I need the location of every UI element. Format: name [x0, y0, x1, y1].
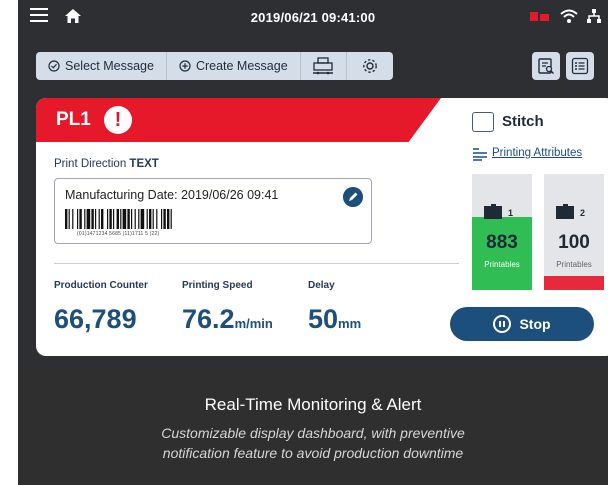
cartridge-1-count: 883	[486, 232, 518, 253]
alert-icon[interactable]: !	[104, 106, 132, 134]
cartridge-2-index: 2	[580, 208, 586, 218]
check-circle-icon	[48, 60, 60, 72]
device-frame: 2019/06/21 09:41:00 Select Message Creat…	[18, 0, 608, 485]
delay-label: Delay	[308, 280, 335, 291]
print-direction-label: Print Direction	[54, 158, 127, 170]
printing-speed-label: Printing Speed	[182, 280, 253, 291]
production-line-card: PL1 ! Print Direction TEXT Manufacturing…	[36, 98, 608, 356]
list-icon	[571, 57, 589, 75]
printing-speed-unit: m/min	[234, 316, 273, 331]
settings-button[interactable]	[346, 52, 393, 80]
network-icon	[587, 9, 601, 23]
stitch-label: Stitch	[502, 113, 544, 130]
list-view-button[interactable]	[566, 52, 594, 80]
edit-pencil-icon[interactable]	[343, 187, 363, 207]
message-preview[interactable]: Manufacturing Date: 2019/06/26 09:41 (01…	[54, 178, 372, 244]
status-datetime: 2019/06/21 09:41:00	[250, 10, 376, 25]
printing-speed-value: 76.2	[182, 304, 235, 334]
delay-unit: mm	[338, 316, 362, 331]
caption-subtitle-line-2: notification feature to avoid production…	[162, 445, 464, 461]
ink-status-icon	[530, 12, 549, 21]
log-viewer-button[interactable]	[532, 52, 560, 80]
printing-attributes-icon	[473, 148, 487, 161]
printer-button[interactable]	[300, 52, 347, 80]
printer-icon	[313, 57, 334, 75]
print-direction-value: TEXT	[129, 158, 159, 170]
cartridge-2[interactable]: 2 100 Printables	[544, 174, 604, 290]
main-toolbar: Select Message Create Message	[36, 52, 393, 80]
wifi-icon	[560, 9, 578, 23]
barcode-graphic	[65, 209, 172, 229]
caption-subtitle-line-1: Customizable display dashboard, with pre…	[161, 425, 465, 441]
alert-banner: PL1 !	[36, 98, 441, 142]
printing-speed: 76.2m/min	[182, 304, 273, 335]
cartridge-2-sub-label: Printables	[556, 260, 592, 269]
create-message-label: Create Message	[195, 59, 288, 73]
plus-circle-icon	[179, 60, 191, 72]
stitch-icon	[472, 112, 494, 132]
gear-icon	[362, 59, 377, 73]
print-direction: Print Direction TEXT	[54, 158, 159, 170]
printing-attributes-link[interactable]: Printing Attributes	[492, 147, 582, 159]
pause-icon	[493, 315, 512, 333]
divider	[54, 263, 459, 264]
cartridge-1-sub-label: Printables	[484, 260, 520, 269]
status-bar: 2019/06/21 09:41:00	[18, 0, 608, 36]
message-text: Manufacturing Date: 2019/06/26 09:41	[65, 188, 279, 202]
document-search-icon	[538, 58, 554, 74]
printer-screen: 2019/06/21 09:41:00 Select Message Creat…	[18, 0, 608, 370]
caption-subtitle: Customizable display dashboard, with pre…	[18, 423, 608, 463]
caption-title: Real-Time Monitoring & Alert	[204, 395, 422, 414]
select-message-label: Select Message	[65, 59, 154, 73]
select-message-button[interactable]: Select Message	[36, 52, 167, 80]
stop-button-label: Stop	[519, 316, 551, 332]
barcode-number: (01)1471234 5685 (11)1711 5 (22)	[77, 231, 160, 237]
production-counter-label: Production Counter	[54, 280, 148, 291]
delay-value: 50	[308, 304, 339, 334]
cartridge-1-index: 1	[508, 208, 514, 218]
cartridge-2-count: 100	[558, 232, 590, 253]
line-name: PL1	[56, 109, 91, 130]
stop-button[interactable]: Stop	[450, 307, 594, 341]
production-counter-value: 66,789	[54, 304, 137, 334]
create-message-button[interactable]: Create Message	[166, 52, 301, 80]
delay: 50mm	[308, 304, 361, 335]
cartridge-1[interactable]: 1 883 Printables	[472, 174, 532, 290]
cartridge-2-level	[544, 276, 604, 290]
